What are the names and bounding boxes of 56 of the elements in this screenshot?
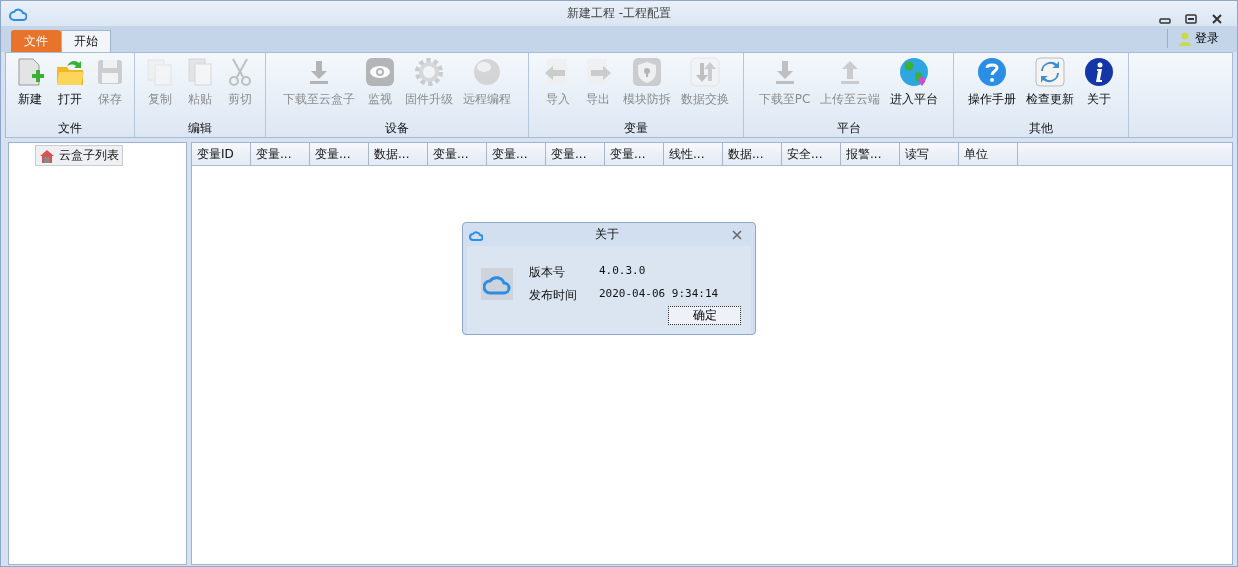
info-icon bbox=[1084, 57, 1114, 87]
cloud-icon bbox=[469, 228, 483, 241]
column-header[interactable]: 变量ID bbox=[192, 143, 251, 165]
column-header[interactable]: 变量... bbox=[251, 143, 310, 165]
field-label: 发布时间 bbox=[529, 287, 578, 304]
ribbon-button[interactable]: 打开 bbox=[53, 57, 87, 109]
group-label: 其他 bbox=[1028, 120, 1054, 137]
eye-icon bbox=[365, 57, 395, 87]
login-button[interactable]: 登录 bbox=[1167, 29, 1225, 48]
column-header[interactable]: 安全... bbox=[782, 143, 841, 165]
column-header[interactable]: 数据... bbox=[369, 143, 428, 165]
ribbon-button[interactable]: 关于 bbox=[1082, 57, 1116, 109]
dialog-title: 关于 bbox=[594, 226, 620, 243]
column-header[interactable]: 报警... bbox=[841, 143, 900, 165]
close-button[interactable] bbox=[1211, 13, 1223, 24]
ribbon-button[interactable]: 进入平台 bbox=[888, 57, 941, 109]
group-label: 平台 bbox=[835, 120, 862, 137]
maximize-button[interactable] bbox=[1185, 13, 1197, 24]
column-header[interactable]: 变量... bbox=[428, 143, 487, 165]
user-icon bbox=[1178, 31, 1192, 46]
column-header[interactable]: 变量... bbox=[605, 143, 664, 165]
sphere-icon bbox=[472, 57, 502, 87]
window-title: 新建工程 -工程配置 bbox=[566, 5, 672, 22]
house-icon bbox=[39, 148, 55, 163]
ribbon-tab[interactable]: 开始 bbox=[61, 30, 111, 52]
group-label: 设备 bbox=[384, 120, 410, 137]
column-header[interactable]: 读写 bbox=[900, 143, 959, 165]
ribbon-button[interactable]: 检查更新 bbox=[1024, 57, 1076, 109]
maximize-icon bbox=[1185, 13, 1197, 24]
field-value: 2020-04-06 9:34:14 bbox=[599, 287, 719, 302]
globe-icon bbox=[899, 57, 930, 87]
document-plus-icon bbox=[15, 57, 45, 87]
swap-arrows-icon bbox=[690, 57, 720, 87]
close-icon bbox=[731, 229, 743, 240]
ok-button[interactable]: 确定 bbox=[668, 306, 741, 325]
field-label: 版本号 bbox=[529, 264, 566, 281]
field-value: 4.0.3.0 bbox=[599, 264, 647, 279]
group-label: 文件 bbox=[57, 120, 83, 137]
group-label: 变量 bbox=[623, 120, 649, 137]
refresh-icon bbox=[1035, 57, 1065, 87]
ribbon-button[interactable]: 操作手册 bbox=[966, 57, 1018, 109]
close-icon bbox=[1211, 13, 1223, 24]
column-header[interactable]: 单位 bbox=[959, 143, 1018, 165]
ribbon-button[interactable]: 新建 bbox=[13, 57, 47, 109]
gear-icon bbox=[414, 57, 444, 87]
shield-lock-icon bbox=[632, 57, 662, 87]
tree-item[interactable]: 云盒子列表 bbox=[35, 145, 123, 166]
column-header[interactable]: 变量... bbox=[310, 143, 369, 165]
column-header[interactable]: 线性... bbox=[664, 143, 723, 165]
column-header[interactable]: 变量... bbox=[546, 143, 605, 165]
column-header[interactable]: 变量... bbox=[487, 143, 546, 165]
cloud-icon bbox=[9, 6, 27, 21]
help-icon bbox=[977, 57, 1007, 87]
group-label: 编辑 bbox=[187, 120, 213, 137]
pages-icon bbox=[185, 57, 215, 87]
column-header[interactable]: 数据... bbox=[723, 143, 782, 165]
